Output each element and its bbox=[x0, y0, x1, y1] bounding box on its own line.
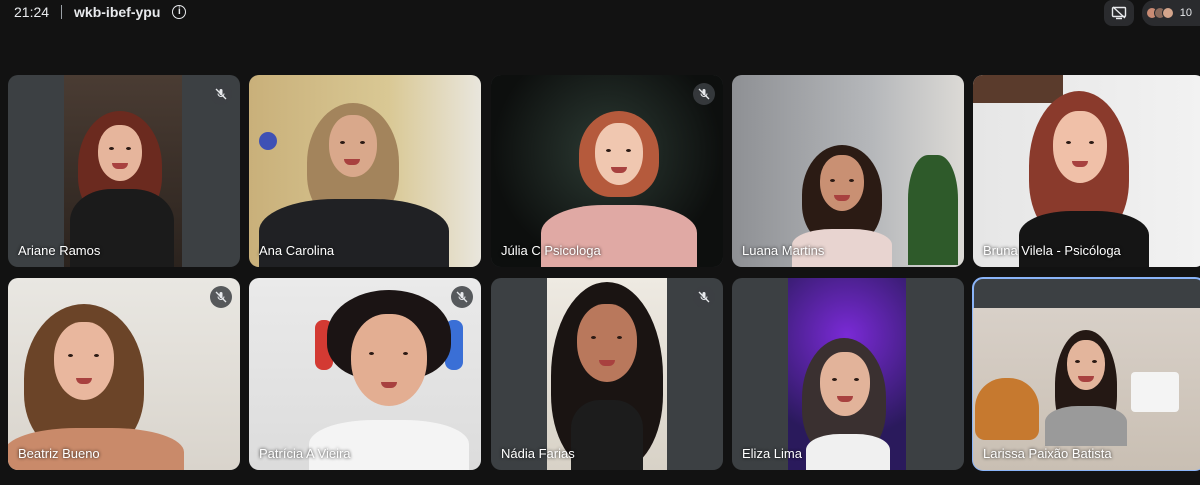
video-feed bbox=[973, 75, 1200, 267]
mic-off-icon bbox=[210, 83, 232, 105]
participant-tile[interactable]: Nádia Farias bbox=[491, 278, 723, 470]
video-feed bbox=[547, 278, 667, 470]
bookshelf bbox=[973, 75, 1063, 103]
plush-toy bbox=[975, 378, 1039, 440]
participant-name: Beatriz Bueno bbox=[18, 446, 100, 461]
participant-tile[interactable]: Ana Carolina bbox=[249, 75, 481, 267]
participant-tile[interactable]: Patrícia A Vieira bbox=[249, 278, 481, 470]
participants-button[interactable]: 10 bbox=[1141, 0, 1200, 26]
participant-name: Nádia Farias bbox=[501, 446, 575, 461]
video-feed bbox=[788, 278, 906, 470]
participant-name: Luana Martins bbox=[742, 243, 825, 258]
participant-tile[interactable]: Ariane Ramos bbox=[8, 75, 240, 267]
video-feed bbox=[249, 75, 481, 267]
participant-name: Bruna Vilela - Psicóloga bbox=[983, 243, 1121, 258]
participant-tile[interactable]: Júlia C Psicologa bbox=[491, 75, 723, 267]
participant-name: Larissa Paixão Batista bbox=[983, 446, 1112, 461]
participants-count: 10 bbox=[1179, 7, 1192, 19]
plant bbox=[908, 155, 958, 265]
mic-off-icon bbox=[210, 286, 232, 308]
meeting-code: wkb-ibef-ypu bbox=[74, 4, 161, 20]
info-icon[interactable]: i bbox=[172, 5, 187, 19]
mic-off-icon bbox=[693, 286, 715, 308]
poster bbox=[1131, 372, 1179, 412]
participant-name: Eliza Lima bbox=[742, 446, 802, 461]
video-feed bbox=[491, 75, 723, 267]
participant-avatars bbox=[1145, 7, 1174, 19]
speaking-indicator-icon bbox=[259, 132, 277, 150]
participant-name: Júlia C Psicologa bbox=[501, 243, 601, 258]
top-bar: 21:24 wkb-ibef-ypu i 10 bbox=[0, 0, 1200, 26]
video-feed bbox=[8, 278, 240, 470]
clock: 21:24 bbox=[14, 4, 50, 20]
participant-name: Patrícia A Vieira bbox=[259, 446, 351, 461]
participant-name: Ariane Ramos bbox=[18, 243, 101, 258]
video-feed bbox=[732, 75, 964, 267]
divider bbox=[61, 5, 63, 19]
participant-name: Ana Carolina bbox=[259, 243, 335, 258]
mic-off-icon bbox=[451, 286, 473, 308]
participant-tile[interactable]: Beatriz Bueno bbox=[8, 278, 240, 470]
meeting-info: 21:24 wkb-ibef-ypu i bbox=[14, 4, 187, 20]
participant-tile[interactable]: Luana Martins bbox=[732, 75, 964, 267]
top-right-controls: 10 bbox=[1103, 0, 1200, 26]
participant-tile-active-speaker[interactable]: Larissa Paixão Batista bbox=[972, 277, 1200, 471]
present-off-icon[interactable] bbox=[1103, 0, 1134, 26]
participant-tile[interactable]: Bruna Vilela - Psicóloga bbox=[973, 75, 1200, 267]
video-feed bbox=[249, 278, 481, 470]
video-feed bbox=[64, 75, 182, 267]
mic-off-icon bbox=[693, 83, 715, 105]
participant-tile[interactable]: Eliza Lima bbox=[732, 278, 964, 470]
